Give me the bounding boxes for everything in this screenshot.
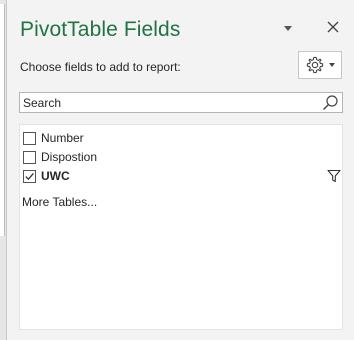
field-row-number[interactable]: Number <box>20 129 342 147</box>
search-icon[interactable] <box>322 94 339 111</box>
field-label-uwc: UWC <box>41 169 70 183</box>
search-input[interactable] <box>20 93 323 112</box>
search-box <box>19 92 343 113</box>
field-label-dispostion: Dispostion <box>41 150 98 164</box>
field-label-number: Number <box>41 131 84 145</box>
chevron-down-icon <box>284 25 292 31</box>
task-pane-options-button[interactable] <box>279 19 297 37</box>
field-row-uwc[interactable]: UWC <box>20 167 342 185</box>
close-icon <box>327 21 339 33</box>
more-tables-link[interactable]: More Tables... <box>22 195 97 209</box>
field-checkbox-number[interactable] <box>23 132 36 145</box>
chevron-down-icon <box>329 63 335 67</box>
checkmark-icon <box>25 172 34 181</box>
pivottable-fields-pane: PivotTable Fields Choose fields to add t… <box>8 0 354 340</box>
worksheet-edge <box>0 0 7 340</box>
field-list: Number Dispostion UWC More Tables... <box>19 124 343 330</box>
worksheet-edge-inner <box>0 4 5 236</box>
close-button[interactable] <box>324 18 342 36</box>
choose-fields-label: Choose fields to add to report: <box>20 60 181 74</box>
field-checkbox-dispostion[interactable] <box>23 151 36 164</box>
pane-title: PivotTable Fields <box>20 18 181 41</box>
field-settings-button[interactable] <box>298 51 342 79</box>
field-checkbox-uwc[interactable] <box>23 170 36 183</box>
filter-icon[interactable] <box>327 169 341 183</box>
field-row-dispostion[interactable]: Dispostion <box>20 148 342 166</box>
gear-icon <box>306 56 324 74</box>
